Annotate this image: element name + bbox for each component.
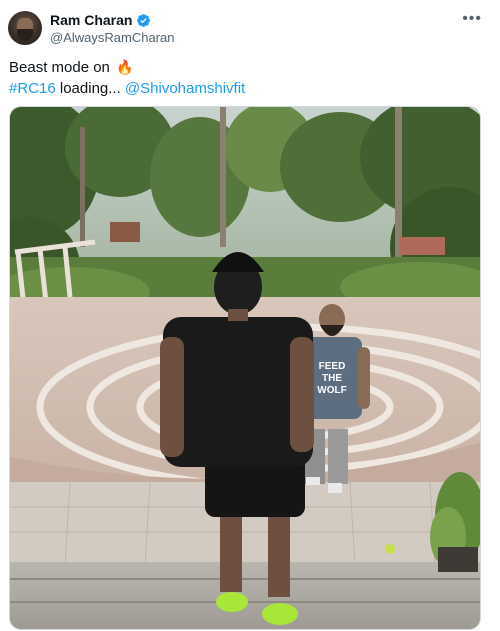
tweet-header: Ram Charan @AlwaysRamCharan •••	[0, 0, 500, 50]
shirt-text-3: WOLF	[317, 385, 346, 396]
tweet-line-2: #RC16 loading... @Shivohamshivfit	[9, 78, 489, 99]
verified-badge-icon	[137, 13, 151, 27]
tweet-line-1-text: Beast mode on	[9, 59, 110, 76]
tweet-text: Beast mode on 🔥 #RC16 loading... @Shivoh…	[9, 57, 489, 99]
ball	[385, 544, 395, 554]
author-handle[interactable]: @AlwaysRamCharan	[50, 30, 174, 45]
name-row: Ram Charan	[50, 12, 151, 28]
avatar[interactable]	[8, 11, 42, 45]
photo-scene: FEED THE WOLF	[10, 107, 480, 629]
shirt-text-1: FEED	[319, 361, 346, 372]
more-horizontal-icon[interactable]: •••	[462, 10, 482, 28]
fire-emoji: 🔥	[116, 59, 134, 75]
shirt-text-2: THE	[322, 373, 342, 384]
hashtag-link[interactable]: #RC16	[9, 80, 56, 97]
display-name[interactable]: Ram Charan	[50, 12, 132, 28]
avatar-beard	[17, 29, 33, 41]
tweet-photo[interactable]: FEED THE WOLF	[9, 106, 481, 630]
tweet-line-2-text: loading...	[55, 80, 125, 97]
tweet-line-1: Beast mode on 🔥	[9, 57, 489, 78]
stone-steps	[10, 562, 480, 629]
mention-link[interactable]: @Shivohamshivfit	[125, 80, 245, 97]
